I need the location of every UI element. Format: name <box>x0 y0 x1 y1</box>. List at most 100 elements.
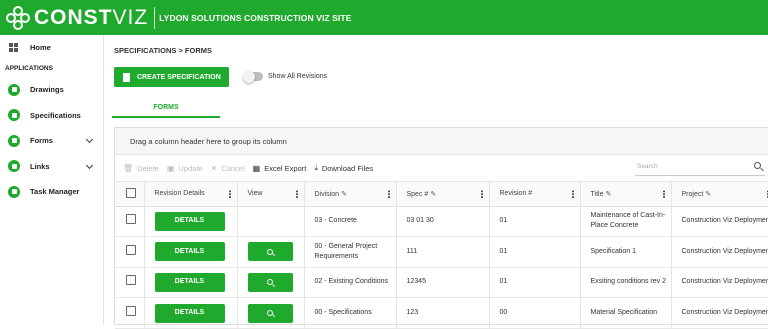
details-button[interactable]: DETAILS <box>155 304 225 323</box>
column-header-division[interactable]: Division✎ <box>304 182 396 206</box>
sidebar-item-specifications[interactable]: Specifications <box>0 103 103 129</box>
delete-button[interactable]: 🗑︎ Delete <box>123 164 159 173</box>
revision-cell[interactable]: 01 <box>489 267 580 298</box>
excel-icon: ▦ <box>253 164 261 173</box>
details-button[interactable]: DETAILS <box>155 212 225 231</box>
column-header-revision[interactable]: Revision # <box>489 182 580 206</box>
project-cell[interactable]: Construction Viz Deployment <box>671 267 768 298</box>
title-cell[interactable]: Material Specification <box>580 298 671 329</box>
chevron-down-icon[interactable] <box>86 161 93 168</box>
links-icon <box>8 160 20 172</box>
spec-cell[interactable]: 03 01 30 <box>396 206 489 237</box>
column-menu-icon[interactable] <box>481 190 483 198</box>
search-input[interactable]: Search <box>635 160 765 176</box>
forms-icon <box>8 135 20 147</box>
update-label: Update <box>178 164 202 173</box>
chevron-down-icon[interactable] <box>86 136 93 143</box>
column-header-revision-details[interactable]: Revision Details <box>144 182 237 206</box>
select-all-checkbox[interactable] <box>126 188 136 198</box>
spec-cell[interactable]: 123 <box>396 298 489 329</box>
logo-text: CONSTVIZ <box>34 6 148 30</box>
sidebar-item-forms[interactable]: Forms <box>0 128 103 154</box>
division-cell[interactable]: 00 - General Project Requirements <box>304 237 396 268</box>
create-specification-label: CREATE SPECIFICATION <box>137 74 221 81</box>
pencil-icon: ✎ <box>341 191 347 198</box>
row-checkbox[interactable] <box>126 275 136 285</box>
column-menu-icon[interactable] <box>229 190 231 198</box>
cancel-button[interactable]: ✕ Cancel <box>211 164 245 173</box>
column-menu-icon[interactable] <box>388 190 390 198</box>
sidebar-item-label: Links <box>30 162 50 171</box>
save-icon: ▣ <box>167 164 175 173</box>
site-name: LYDON SOLUTIONS CONSTRUCTION VIZ SITE <box>159 13 351 23</box>
row-checkbox-cell <box>115 237 144 268</box>
search-icon <box>267 249 273 255</box>
main-content: SPECIFICATIONS > FORMS CREATE SPECIFICAT… <box>104 35 768 325</box>
search-placeholder: Search <box>637 163 658 170</box>
constviz-logo-icon <box>6 6 30 30</box>
division-cell[interactable]: 02 - Existing Conditions <box>304 267 396 298</box>
sidebar-item-label: Drawings <box>30 85 64 94</box>
division-cell[interactable]: 03 - Concrete <box>304 206 396 237</box>
details-button[interactable]: DETAILS <box>155 242 225 261</box>
show-all-revisions-toggle[interactable] <box>245 72 263 81</box>
sidebar-item-drawings[interactable]: Drawings <box>0 77 103 103</box>
revision-cell[interactable]: 01 <box>489 237 580 268</box>
row-checkbox-cell <box>115 206 144 237</box>
create-specification-button[interactable]: CREATE SPECIFICATION <box>114 67 229 87</box>
constviz-logo[interactable]: CONSTVIZ <box>6 6 148 30</box>
revision-cell[interactable]: 00 <box>489 298 580 329</box>
row-checkbox[interactable] <box>126 306 136 316</box>
view-button[interactable] <box>248 242 293 261</box>
column-header-spec[interactable]: Spec #✎ <box>396 182 489 206</box>
project-cell[interactable]: Construction Viz Deployment <box>671 298 768 329</box>
cancel-label: Cancel <box>221 164 244 173</box>
row-checkbox-cell <box>115 298 144 329</box>
drawings-icon <box>8 84 20 96</box>
row-checkbox[interactable] <box>126 245 136 255</box>
header-divider <box>154 7 155 29</box>
title-cell[interactable]: Specification 1 <box>580 237 671 268</box>
sidebar-item-links[interactable]: Links <box>0 154 103 180</box>
update-button[interactable]: ▣ Update <box>167 164 203 173</box>
search-icon[interactable] <box>754 162 761 169</box>
details-cell: DETAILS <box>144 267 237 298</box>
view-cell <box>237 298 304 329</box>
view-button[interactable] <box>248 273 293 292</box>
spec-cell[interactable]: 111 <box>396 237 489 268</box>
table-header-row: Revision Details View Division✎ Spec #✎ … <box>115 182 768 206</box>
forms-grid: Drag a column header here to group its c… <box>114 127 768 325</box>
sidebar-item-task-manager[interactable]: Task Manager <box>0 179 103 205</box>
title-cell[interactable]: Maintenance of Cast-In-Place Concrete <box>580 206 671 237</box>
tab-forms[interactable]: FORMS <box>112 98 220 118</box>
project-cell[interactable]: Construction Viz Deployment <box>671 237 768 268</box>
forms-table: Revision Details View Division✎ Spec #✎ … <box>115 182 768 329</box>
column-header-view[interactable]: View <box>237 182 304 206</box>
excel-export-button[interactable]: ▦ Excel Export <box>253 164 307 173</box>
toggle-label: Show All Revisions <box>268 73 327 80</box>
project-cell[interactable]: Construction Viz Deployment <box>671 206 768 237</box>
download-files-button[interactable]: ⤓ Download Files <box>314 163 373 173</box>
column-menu-icon[interactable] <box>663 190 665 198</box>
title-cell[interactable]: Exsiting conditions rev 2 <box>580 267 671 298</box>
group-by-drop-area[interactable]: Drag a column header here to group its c… <box>115 128 768 155</box>
view-button[interactable] <box>248 304 293 323</box>
details-cell: DETAILS <box>144 298 237 329</box>
table-row: DETAILS 02 - Existing Conditions 12345 0… <box>115 267 768 298</box>
column-header-project[interactable]: Project✎ <box>671 182 768 206</box>
sidebar: Home APPLICATIONS Drawings Specification… <box>0 35 104 325</box>
revision-cell[interactable]: 01 <box>489 206 580 237</box>
table-row: DETAILS 03 - Concrete 03 01 30 01 Mainte… <box>115 206 768 237</box>
column-menu-icon[interactable] <box>296 190 298 198</box>
home-grid-icon <box>9 43 18 52</box>
column-header-title[interactable]: Title✎ <box>580 182 671 206</box>
search-icon <box>267 310 273 316</box>
sidebar-item-home[interactable]: Home <box>0 35 103 59</box>
details-button[interactable]: DETAILS <box>155 273 225 292</box>
column-menu-icon[interactable] <box>572 190 574 198</box>
close-icon: ✕ <box>211 164 218 173</box>
row-checkbox[interactable] <box>126 214 136 224</box>
division-cell[interactable]: 00 - Specifications <box>304 298 396 329</box>
spec-cell[interactable]: 12345 <box>396 267 489 298</box>
document-icon <box>123 73 130 82</box>
